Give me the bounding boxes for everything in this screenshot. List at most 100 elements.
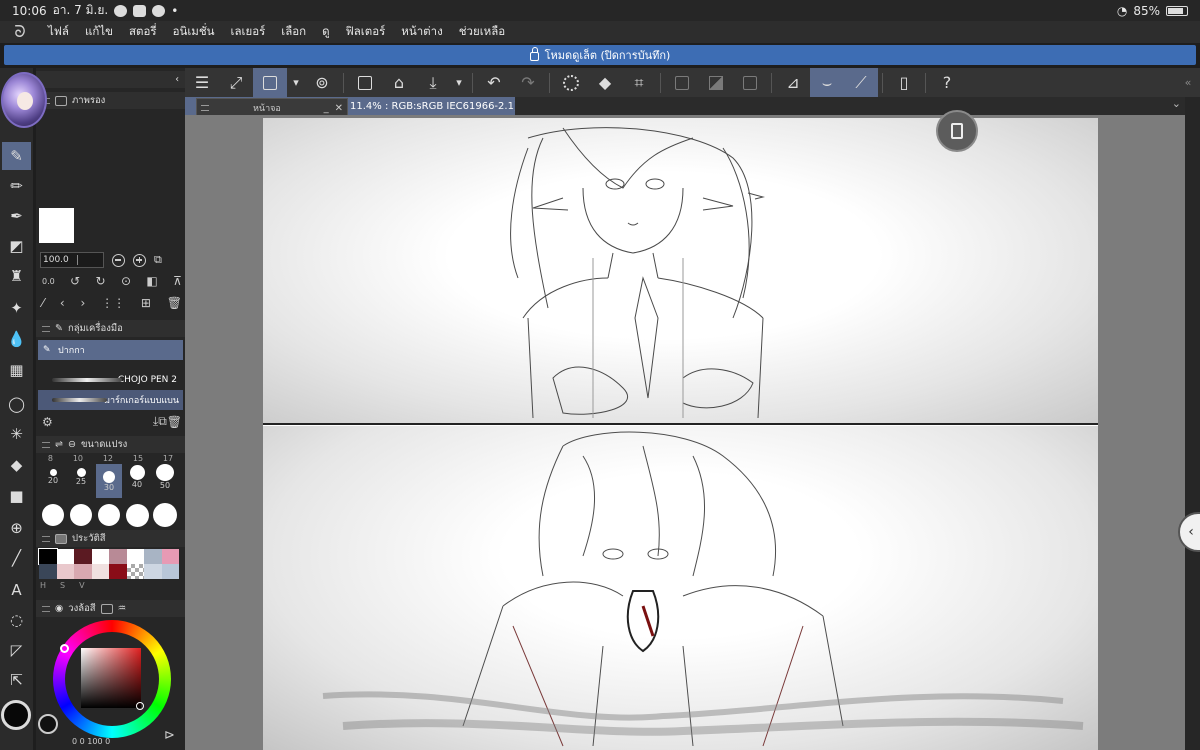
decoration-tool-icon[interactable]: ♜ (2, 262, 31, 290)
flip-horizontal-icon[interactable]: ◧ (146, 274, 157, 288)
text-tool-icon[interactable]: A (2, 576, 31, 604)
brush-size-large-4[interactable] (124, 502, 150, 528)
layer-settings-icon[interactable]: ⧉ (154, 253, 162, 267)
prev-icon[interactable]: ‹ (60, 296, 65, 310)
color-set-tab-icon[interactable] (100, 603, 113, 614)
device-icon[interactable]: ▯ (887, 68, 921, 97)
menu-animation[interactable]: อนิเมชั่น (165, 23, 223, 41)
collapse-left-icon[interactable]: ‹ (175, 74, 179, 85)
comic-panel-top[interactable] (263, 118, 1098, 424)
layer-thumbnail[interactable] (39, 208, 74, 243)
pen-tool-icon[interactable]: ✎ (2, 142, 31, 170)
app-logo-icon[interactable]: ᘐ (0, 22, 40, 42)
grid-view-icon[interactable]: ⋮⋮ (101, 296, 125, 310)
color-swatch[interactable] (74, 549, 92, 564)
rotate-left-icon[interactable]: ↺ (70, 274, 80, 288)
brush-size-25[interactable]: 25 (68, 464, 94, 490)
duplicate-icon[interactable]: ⧉ (158, 414, 167, 429)
grid-tool-icon[interactable]: ▦ (2, 356, 31, 384)
menu-edit[interactable]: แก้ไข (77, 23, 121, 41)
menu-window[interactable]: หน้าต่าง (393, 23, 450, 41)
expand-right-icon[interactable]: « (1176, 76, 1200, 89)
zoom-out-icon[interactable] (112, 253, 125, 267)
brush-size-20[interactable]: 20 (40, 464, 66, 490)
zoom-in-icon[interactable] (133, 253, 146, 267)
menu-view[interactable]: ดู (314, 23, 337, 41)
color-swatch[interactable] (56, 564, 74, 579)
brush-size-large-5[interactable] (152, 502, 178, 528)
chevron-down-icon[interactable]: ▾ (450, 68, 468, 97)
subtool-settings-icon[interactable]: ⚙ (42, 415, 53, 429)
menu-icon[interactable]: ☰ (185, 68, 219, 97)
eyedropper-icon[interactable]: ⁄ (42, 296, 44, 310)
hue-marker[interactable] (60, 644, 69, 653)
fit-icon[interactable]: ⤢ (219, 68, 253, 97)
pressure-icon[interactable]: ⟋ (844, 68, 878, 97)
color-swatch[interactable] (91, 549, 109, 564)
drawing-canvas[interactable] (263, 118, 1098, 750)
rotate-canvas-button[interactable] (936, 110, 978, 152)
mode-banner[interactable]: โหมดดูเล็ต (ปิดการบันทึก) (4, 45, 1196, 65)
color-swatch[interactable] (91, 564, 109, 579)
lasso-tool-icon[interactable]: ◯ (2, 390, 31, 418)
panel-collapse-bar[interactable]: ‹ (36, 71, 185, 88)
operation-tool-icon[interactable]: ⇱ (2, 666, 31, 694)
close-icon[interactable]: ✕ (335, 103, 343, 114)
grip-icon[interactable] (42, 605, 50, 612)
save-icon[interactable]: ⤓ (416, 68, 450, 97)
color-swatch[interactable] (144, 549, 162, 564)
color-swatch[interactable] (39, 564, 57, 579)
color-wheel-tab-icon[interactable]: ◉ (55, 603, 63, 614)
balloon-tool-icon[interactable]: ◌ (2, 606, 31, 634)
user-avatar[interactable] (1, 72, 47, 128)
color-swatch[interactable] (126, 564, 144, 579)
menu-story[interactable]: สตอรี่ (121, 23, 165, 41)
menu-layer[interactable]: เลเยอร์ (223, 23, 274, 41)
sparkle-tool-icon[interactable]: ✦ (2, 294, 31, 322)
ruler-icon[interactable]: ⊿ (776, 68, 810, 97)
main-color-swatch[interactable] (1, 700, 31, 730)
redo-icon[interactable]: ↷ (511, 68, 545, 97)
grip-icon[interactable] (201, 105, 209, 111)
brush-tool-icon[interactable]: ✒ (2, 202, 31, 230)
menu-filter[interactable]: ฟิลเตอร์ (338, 23, 394, 41)
invert-selection-icon[interactable] (699, 68, 733, 97)
color-mix-tab-icon[interactable]: ♒ (118, 603, 127, 614)
color-swatch[interactable] (144, 564, 162, 579)
delete-layer-icon[interactable]: 🗑 (167, 296, 182, 310)
brush-size-40[interactable]: 40 (124, 464, 150, 490)
menu-select[interactable]: เลือก (273, 23, 314, 41)
transform-icon[interactable]: ⌗ (622, 68, 656, 97)
color-swatch[interactable] (74, 564, 92, 579)
subtool-flat-marker[interactable]: มาร์กเกอร์แบบแบน (38, 390, 183, 410)
menu-file[interactable]: ไฟล์ (40, 23, 77, 41)
help-icon[interactable]: ? (930, 68, 964, 97)
stabilizer-icon[interactable]: ⌣ (810, 68, 844, 97)
flip-vertical-icon[interactable]: ⊼ (173, 274, 182, 288)
color-swatch[interactable] (38, 548, 58, 565)
grip-icon[interactable] (42, 325, 50, 332)
object-tool-icon[interactable]: ⊕ (2, 514, 31, 542)
brush-size-50[interactable]: 50 (152, 464, 178, 490)
brush-size-large-2[interactable] (68, 502, 94, 528)
open-icon[interactable]: ⌂ (382, 68, 416, 97)
canvas-area[interactable] (185, 115, 1185, 750)
comic-panel-bottom[interactable] (263, 426, 1098, 750)
brush-size-large-3[interactable] (96, 502, 122, 528)
clear-selection-icon[interactable] (665, 68, 699, 97)
brush-size-30[interactable]: 30 (96, 464, 122, 498)
blend-tool-icon[interactable]: 💧 (2, 325, 31, 353)
add-layer-icon[interactable]: ⊞ (141, 296, 151, 310)
color-swatch[interactable] (161, 549, 179, 564)
chevron-down-icon[interactable]: ⌄ (1172, 97, 1181, 110)
opacity-field[interactable]: 100.0 (40, 252, 104, 268)
next-icon[interactable]: › (80, 296, 85, 310)
color-swatch[interactable] (109, 549, 127, 564)
pencil-tool-icon[interactable]: ✏ (2, 172, 31, 200)
sub-color-swatch[interactable] (38, 714, 58, 734)
grip-icon[interactable] (42, 535, 50, 542)
grip-icon[interactable] (42, 441, 50, 448)
eraser-tool-icon[interactable]: ◩ (2, 232, 31, 260)
pen-tool-icon[interactable] (253, 68, 287, 97)
chevron-down-icon[interactable]: ▾ (287, 68, 305, 97)
